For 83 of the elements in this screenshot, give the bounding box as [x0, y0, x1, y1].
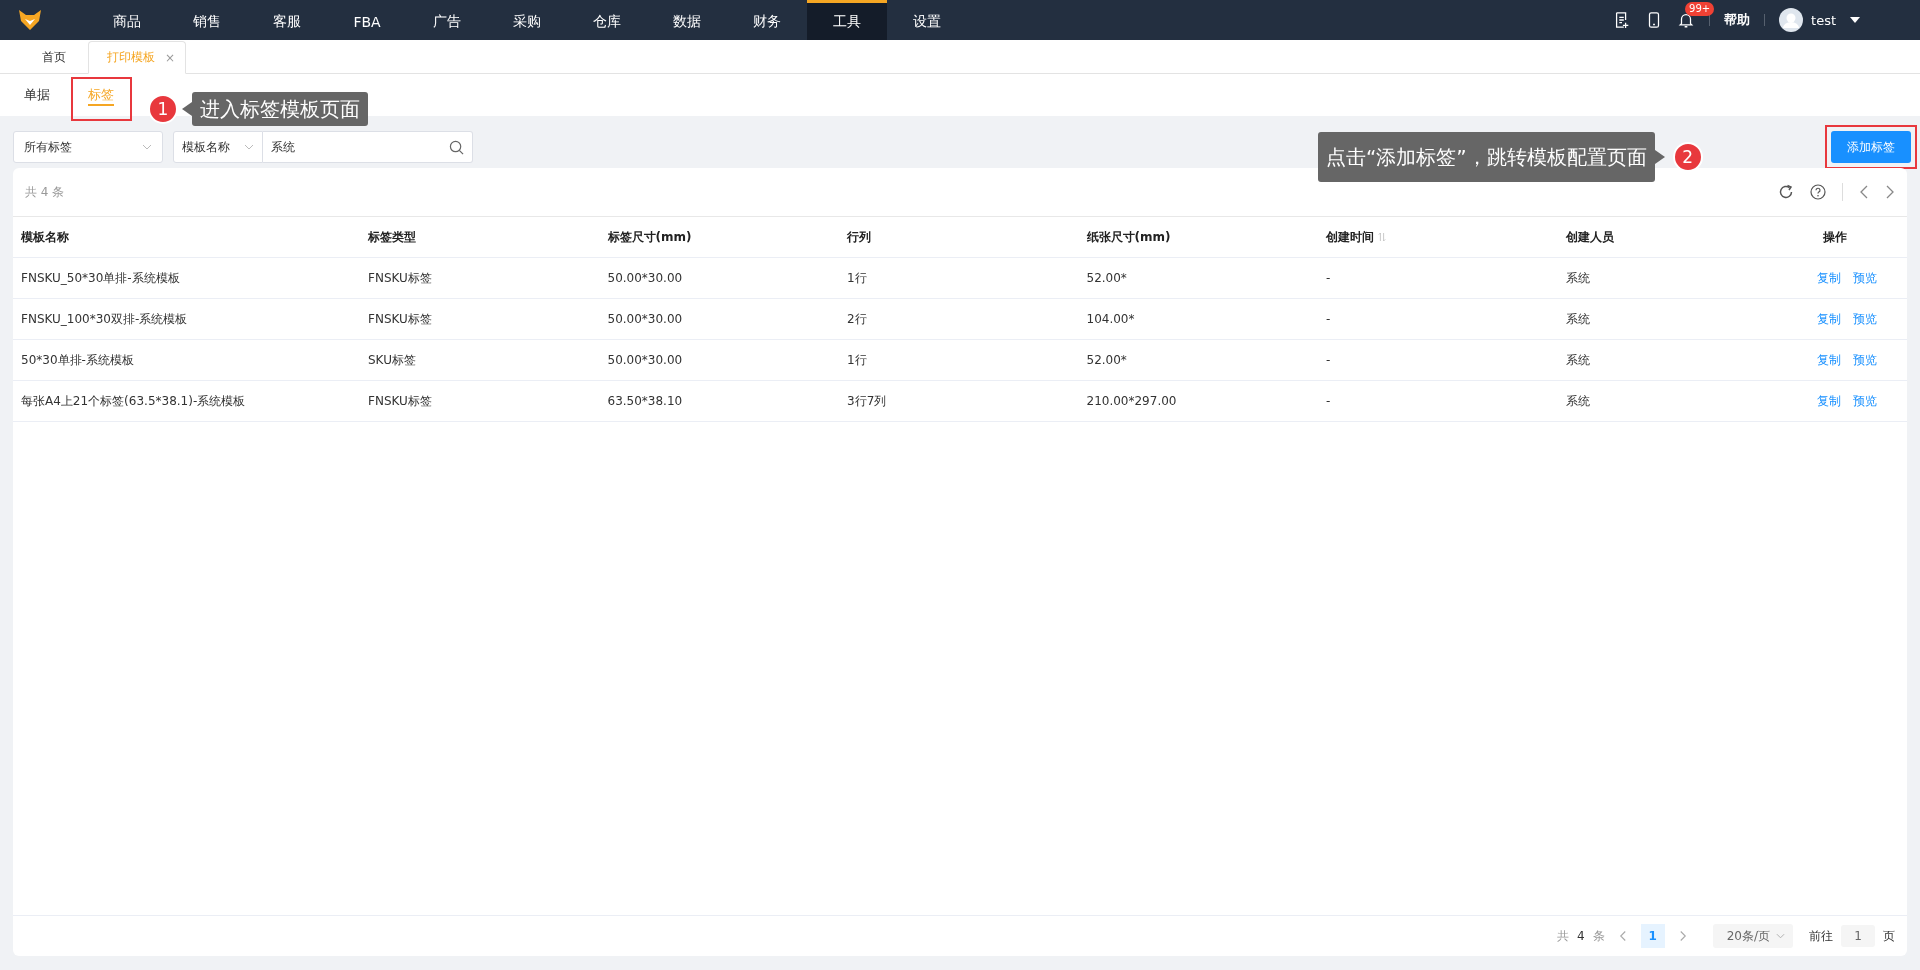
- table-cell: 2行: [847, 311, 867, 326]
- nav-menu-item[interactable]: 销售: [167, 0, 247, 40]
- table-cell: 50.00*30.00: [607, 312, 683, 326]
- search-field-select[interactable]: 模板名称: [173, 131, 263, 163]
- column-header: 标签类型: [368, 228, 416, 246]
- table-cell: SKU标签: [368, 352, 416, 367]
- table-cell: 系统: [1565, 270, 1590, 285]
- column-header: 操作: [1823, 228, 1847, 246]
- table-cell: -: [1326, 271, 1331, 285]
- table-cell: 50.00*30.00: [607, 353, 683, 367]
- page-tab-label: 首页: [42, 48, 66, 66]
- table-cell: 系统: [1565, 311, 1590, 326]
- nav-menu-item[interactable]: 工具: [807, 0, 887, 40]
- chevron-right-icon[interactable]: [1885, 184, 1895, 200]
- callout-tooltip: 点击“添加标签”，跳转模板配置页面: [1318, 132, 1655, 182]
- page-tab[interactable]: 首页: [20, 41, 88, 73]
- sub-tab[interactable]: 单据: [24, 74, 50, 116]
- table-cell: 210.00*297.00: [1086, 394, 1177, 408]
- table-cell: FNSKU标签: [368, 270, 432, 285]
- pagination-total-label: 共: [1557, 927, 1570, 945]
- goto-page-field[interactable]: 1: [1841, 925, 1875, 947]
- table-cell: 1行: [847, 270, 867, 285]
- nav-menu-item[interactable]: 广告: [407, 0, 487, 40]
- table-cell: 63.50*38.10: [607, 394, 683, 408]
- pagination-total-count: 4: [1577, 929, 1585, 943]
- callout-tooltip: 进入标签模板页面: [192, 92, 368, 126]
- nav-menu-item[interactable]: 财务: [727, 0, 807, 40]
- nav-menu-item[interactable]: 客服: [247, 0, 327, 40]
- user-avatar-icon[interactable]: [1779, 8, 1804, 32]
- callout-pointer: [1654, 150, 1665, 164]
- column-header: 纸张尺寸(mm): [1086, 228, 1171, 246]
- pagination-total-label: 条: [1592, 927, 1605, 945]
- help-icon[interactable]: [1810, 184, 1826, 200]
- page-tab-label: 打印模板: [107, 49, 155, 66]
- table-cell: 3行7列: [847, 393, 887, 408]
- nav-menu-item[interactable]: FBA: [327, 0, 407, 40]
- table-cell: 50.00*30.00: [607, 271, 683, 285]
- search-icon[interactable]: [449, 140, 464, 155]
- chevron-down-icon: [1776, 933, 1785, 939]
- table-cell: 系统: [1565, 393, 1590, 408]
- nav-menu-item[interactable]: 采购: [487, 0, 567, 40]
- table-cell: 52.00*: [1086, 271, 1127, 285]
- table-cell: FNSKU_100*30双排-系统模板: [21, 311, 188, 326]
- nav-menu-item[interactable]: 仓库: [567, 0, 647, 40]
- table-cell: 每张A4上21个标签(63.5*38.1)-系统模板: [21, 393, 246, 408]
- table-cell: FNSKU标签: [368, 393, 432, 408]
- column-header: 模板名称: [21, 228, 69, 246]
- column-header: 标签尺寸(mm): [607, 228, 692, 246]
- nav-menu-item[interactable]: 设置: [887, 0, 967, 40]
- page-size-select[interactable]: 20条/页: [1712, 924, 1793, 948]
- search-field[interactable]: 系统: [263, 131, 473, 163]
- column-header: 行列: [847, 228, 871, 246]
- step-number-badge: 1: [148, 94, 178, 124]
- table-cell: 1行: [847, 352, 867, 367]
- chevron-down-icon: [244, 144, 254, 150]
- label-type-select[interactable]: 所有标签: [13, 131, 163, 163]
- notification-badge: 99+: [1685, 2, 1715, 16]
- table-cell: 50*30单排-系统模板: [21, 352, 134, 367]
- total-count: 共 4 条: [25, 183, 65, 201]
- column-header: 创建人员: [1565, 228, 1614, 246]
- help-link[interactable]: 帮助: [1724, 11, 1751, 29]
- goto-label: 前往: [1809, 927, 1833, 945]
- column-header: 创建时间: [1326, 228, 1374, 246]
- table-cell: -: [1326, 394, 1331, 408]
- fox-logo-icon[interactable]: [18, 9, 42, 31]
- highlight-frame: [71, 77, 132, 121]
- notification-bell-icon[interactable]: [1677, 11, 1696, 29]
- nav-menu-item[interactable]: 商品: [87, 0, 167, 40]
- table-cell: -: [1326, 353, 1331, 367]
- user-menu[interactable]: test: [1811, 12, 1836, 28]
- table-cell: FNSKU_50*30单排-系统模板: [21, 270, 180, 285]
- chevron-left-icon[interactable]: [1859, 184, 1869, 200]
- goto-label: 页: [1883, 927, 1895, 945]
- caret-down-icon[interactable]: [1850, 17, 1860, 23]
- table-cell: FNSKU标签: [368, 311, 432, 326]
- table-cell: 系统: [1565, 352, 1590, 367]
- step-number-badge: 2: [1672, 142, 1703, 172]
- table-cell: 104.00*: [1086, 312, 1135, 326]
- table-cell: 52.00*: [1086, 353, 1127, 367]
- nav-menu-item[interactable]: 数据: [647, 0, 727, 40]
- refresh-icon[interactable]: [1778, 184, 1794, 200]
- chevron-down-icon: [142, 144, 152, 150]
- table-cell: -: [1326, 312, 1331, 326]
